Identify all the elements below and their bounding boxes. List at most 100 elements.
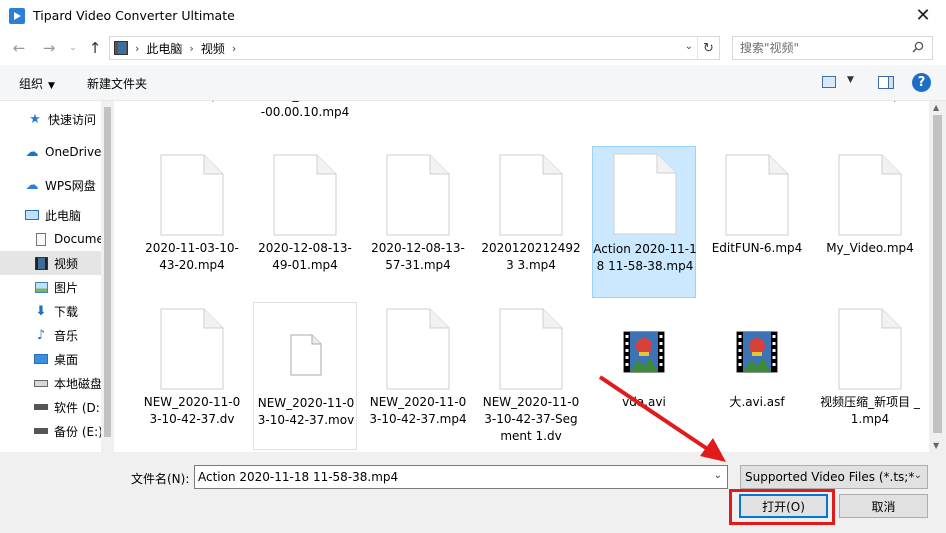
scroll-up-icon[interactable]: ▲	[933, 103, 939, 112]
file-list: 42-37.CUT.00'0 7-00'24.mp4 42-37.CUT.00'0…	[114, 101, 929, 452]
search-input[interactable]	[740, 41, 910, 55]
scrollbar-thumb[interactable]	[104, 107, 111, 437]
refresh-icon[interactable]: ↻	[697, 37, 719, 59]
sidebar-item-label: OneDrive	[45, 145, 101, 159]
scroll-down-icon[interactable]: ▼	[933, 441, 939, 450]
breadcrumb-videos[interactable]: 视频	[201, 40, 225, 57]
filename-label: 文件名(N):	[131, 472, 190, 486]
file-name: NEW_2020-11-0 3-10-42-37-Seg ment 1.dv	[482, 395, 580, 443]
sidebar-item-downloads[interactable]: ⬇ 下载	[0, 299, 101, 323]
title-bar: Tipard Video Converter Ultimate ✕	[0, 0, 946, 31]
file-item[interactable]: NEW_2020-11-0 3-10-42-37.mp4	[366, 302, 470, 450]
navigation-pane: ★ 快速访问 ☁ OneDrive ☁ WPS网盘 此电脑 Docume 视频 …	[0, 101, 101, 452]
sidebar-item-this-pc[interactable]: 此电脑	[0, 203, 101, 227]
sidebar-item-local-disk[interactable]: 本地磁盘	[0, 371, 101, 395]
file-name: NEW_2020-11-0 3-10-42-37.dv	[143, 395, 241, 426]
sidebar-item-quick-access[interactable]: ★ 快速访问	[0, 107, 101, 131]
file-item[interactable]: 42-37.mp4	[705, 101, 809, 131]
file-name: EditFUN-6.mp4	[711, 241, 803, 255]
filename-combobox[interactable]: ⌄	[194, 465, 728, 489]
cloud-icon: ☁	[25, 177, 39, 193]
sidebar-item-onedrive[interactable]: ☁ OneDrive	[0, 140, 102, 164]
file-name: 大.avi.asf	[729, 395, 785, 409]
file-item[interactable]: 42-37.CUT.00'0 7-00'28.mov	[366, 101, 470, 131]
star-icon: ★	[29, 111, 41, 127]
preview-pane-icon[interactable]	[878, 76, 894, 89]
file-name: NEW_2020-11-0 3-10-42-37.mov	[257, 396, 355, 427]
file-item[interactable]: 42-37.CUT.00'0 7-00'24_00.00.0 1-00.00.1…	[253, 101, 357, 131]
sidebar-item-label: 本地磁盘	[54, 376, 101, 391]
chevron-down-icon[interactable]: ⌄	[714, 470, 722, 481]
file-icon	[499, 308, 563, 390]
close-icon[interactable]: ✕	[900, 0, 946, 31]
view-options-icon[interactable]	[822, 76, 836, 88]
sidebar-item-label: 快速访问	[48, 112, 97, 127]
video-file-icon	[612, 308, 676, 390]
cancel-button[interactable]: 取消	[839, 494, 928, 518]
file-item[interactable]: 42-37.mov	[592, 101, 696, 131]
sidebar-item-drive-d[interactable]: 软件 (D:	[0, 395, 101, 419]
sidebar-scrollbar[interactable]	[101, 101, 114, 452]
sidebar-item-label: 图片	[54, 280, 79, 295]
search-icon	[912, 41, 924, 53]
breadcrumb-this-pc[interactable]: 此电脑	[146, 40, 182, 57]
sidebar-item-drive-e[interactable]: 备份 (E:)	[0, 419, 101, 443]
desktop-icon	[33, 351, 49, 367]
caret-down-icon[interactable]: ▼	[847, 75, 854, 85]
file-dialog-footer: 文件名(N): ⌄ Supported Video Files (*.ts;* …	[0, 452, 946, 533]
file-item[interactable]: NEW_2020-11-0 3-10-42-37.mov	[253, 302, 357, 450]
file-item[interactable]: 2020-11-03-10- 43-20.mp4	[140, 148, 244, 300]
new-folder-button[interactable]: 新建文件夹	[87, 75, 147, 92]
file-item[interactable]: NEW_2020-11-0 3-10-42-37-Seg ment 1.dv	[479, 302, 583, 450]
up-arrow-icon[interactable]: ↑	[82, 35, 108, 61]
search-box[interactable]	[732, 36, 933, 60]
file-name: 42-37.CUT.00'0 7-00'28.mov	[366, 101, 470, 104]
forward-arrow-icon[interactable]: →	[36, 35, 62, 61]
file-name: 视频压缩_新项目 _1.mp4	[820, 395, 920, 426]
file-item[interactable]: 42-37.CUT.00'0 7-00'24.mp4	[140, 101, 244, 131]
file-item[interactable]: My_Video.mp4	[818, 148, 922, 300]
organize-menu[interactable]: 组织 ▼	[19, 75, 55, 92]
file-item[interactable]: EditFUN-6.mp4	[705, 148, 809, 300]
file-item[interactable]: 视频压缩_新项目 _1.mp4	[818, 302, 922, 450]
help-icon[interactable]: ?	[912, 73, 931, 92]
filename-input[interactable]	[198, 470, 708, 484]
sidebar-item-documents[interactable]: Docume	[0, 227, 101, 251]
file-item[interactable]: 2020-12-08-13- 57-31.mp4	[366, 148, 470, 300]
sidebar-item-music[interactable]: ♪ 音乐	[0, 323, 101, 347]
drive-icon	[33, 399, 49, 415]
file-name: 20201202124923 3.mp4	[481, 241, 581, 272]
file-type-value: Supported Video Files (*.ts;*	[745, 470, 915, 484]
sidebar-item-wps[interactable]: ☁ WPS网盘	[0, 173, 101, 197]
file-item[interactable]: NEW_2020-11-0 3-10-42-37.dv	[140, 302, 244, 450]
address-bar[interactable]: › 此电脑 › 视频 › ⌄ ↻	[109, 36, 720, 60]
file-item[interactable]: vda.avi	[592, 302, 696, 450]
drive-icon	[33, 375, 49, 391]
video-folder-icon	[33, 255, 49, 271]
app-icon	[9, 7, 25, 24]
file-icon	[160, 154, 224, 236]
sidebar-item-videos[interactable]: 视频	[0, 251, 101, 275]
file-item[interactable]: Action 2020-11-18 11-58-38.mp4	[592, 146, 697, 298]
file-item[interactable]: 2020-12-08-13- 49-01.mp4	[253, 148, 357, 300]
file-item[interactable]: 42-37202011203 134753.mp4	[818, 101, 922, 131]
file-item[interactable]: 大.avi.asf	[705, 302, 809, 450]
caret-down-icon: ▼	[48, 81, 55, 91]
sidebar-item-pictures[interactable]: 图片	[0, 275, 101, 299]
file-icon	[838, 308, 902, 390]
chevron-right-icon: ›	[135, 41, 140, 55]
organize-label: 组织	[19, 77, 44, 91]
file-icon	[273, 154, 337, 236]
sidebar-item-label: Docume	[54, 232, 101, 246]
chevron-down-icon[interactable]: ⌄	[685, 41, 693, 52]
sidebar-item-desktop[interactable]: 桌面	[0, 347, 101, 371]
file-type-select[interactable]: Supported Video Files (*.ts;* ⌄	[740, 465, 928, 489]
file-item[interactable]: 42-37.dv	[479, 101, 583, 131]
scrollbar-thumb[interactable]	[933, 115, 942, 433]
file-name: 2020-12-08-13- 57-31.mp4	[371, 241, 465, 272]
back-arrow-icon[interactable]: ←	[6, 35, 32, 61]
file-list-scrollbar[interactable]: ▲ ▼	[929, 101, 946, 452]
computer-icon	[24, 207, 40, 223]
file-item[interactable]: 20201202124923 3.mp4	[479, 148, 583, 300]
open-button[interactable]: 打开(O)	[739, 494, 828, 518]
